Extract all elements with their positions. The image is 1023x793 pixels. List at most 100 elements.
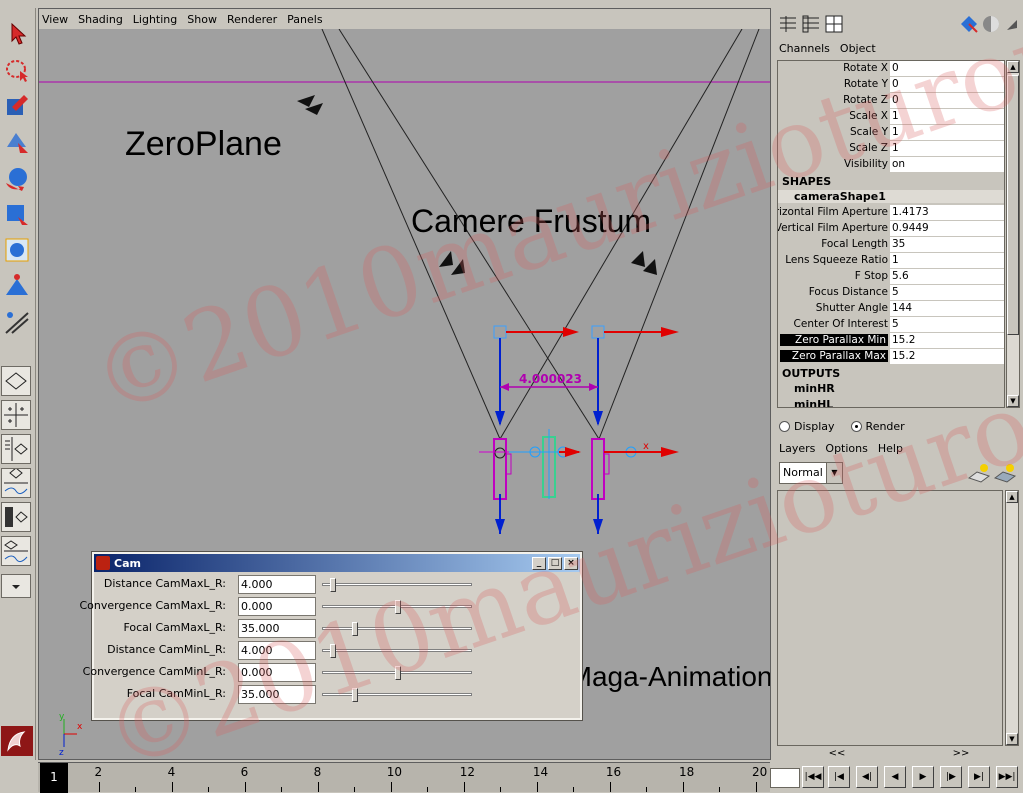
channel-row[interactable]: orizontal Film Aperture 1.4173 [778, 205, 1004, 221]
channel-row[interactable]: Vertical Film Aperture 0.9449 [778, 221, 1004, 237]
four-view-layout-button[interactable] [1, 400, 31, 430]
channel-row[interactable]: Scale Z1 [778, 141, 1004, 157]
channel-label[interactable]: Rotate X [843, 62, 888, 74]
display-radio[interactable]: Display [779, 420, 835, 433]
outliner-persp-layout-button[interactable] [1, 434, 31, 464]
channel-value[interactable]: 15.2 [890, 333, 1004, 348]
attribute-editor-layout-icon[interactable] [801, 14, 821, 34]
paint-select-tool-icon[interactable] [1, 90, 33, 122]
layer-list[interactable] [777, 490, 1003, 746]
channel-label[interactable]: Visibility [844, 158, 888, 170]
single-perspective-layout-button[interactable] [1, 366, 31, 396]
output-node-name[interactable]: minHR [794, 382, 835, 395]
channel-value[interactable]: 1 [890, 125, 1004, 140]
cam-field-input[interactable] [238, 619, 316, 638]
cam-field-slider[interactable] [322, 600, 472, 614]
cam-field-input[interactable] [238, 685, 316, 704]
cam-field-input[interactable] [238, 575, 316, 594]
channel-value[interactable]: 144 [890, 301, 1004, 316]
channel-label[interactable]: Rotate Y [844, 78, 888, 90]
cam-window[interactable]: Cam _ □ × Distance CamMaxL_R: Convergence… [79, 551, 583, 721]
channel-box-scrollbar[interactable]: ▲ ▼ [1006, 60, 1020, 408]
slider-thumb[interactable] [330, 644, 337, 658]
script-editor-icon[interactable] [1, 726, 33, 756]
channel-label[interactable]: Vertical Film Aperture [778, 222, 888, 234]
step-back-frame-button[interactable]: ◀| [856, 766, 878, 788]
channel-value[interactable]: 5.6 [890, 269, 1004, 284]
lasso-tool-icon[interactable] [1, 54, 33, 86]
channel-row[interactable]: Focal Length 35 [778, 237, 1004, 253]
current-time-field[interactable] [770, 768, 800, 788]
scroll-up-arrow-icon[interactable]: ▲ [1007, 61, 1019, 73]
channel-row[interactable]: Zero Parallax Min 15.2 [778, 333, 1004, 349]
go-to-end-button[interactable]: ▶▶| [996, 766, 1018, 788]
arrow-select-icon[interactable] [1003, 14, 1023, 34]
channel-row[interactable]: Visibility on [778, 157, 1004, 173]
channel-row[interactable]: Rotate X0 [778, 61, 1004, 77]
slider-thumb[interactable] [330, 578, 337, 592]
scroll-down-arrow-icon[interactable]: ▼ [1007, 395, 1019, 407]
cam-field-slider[interactable] [322, 578, 472, 592]
menu-channels[interactable]: Channels [779, 42, 830, 55]
channel-label[interactable]: Shutter Angle [816, 302, 888, 314]
time-slider[interactable]: 1 2 4 6 8 10 12 14 16 18 20 |◀◀ |◀ ◀| ◀ ▶ |▶ ▶| ▶… [0, 760, 1023, 793]
layer-list-scrollbar[interactable]: ▲ ▼ [1005, 490, 1019, 746]
channel-value[interactable]: 0 [890, 77, 1004, 92]
menu-object[interactable]: Object [840, 42, 876, 55]
menu-lighting[interactable]: Lighting [133, 13, 177, 26]
scale-tool-icon[interactable] [1, 198, 33, 230]
channel-row[interactable]: Lens Squeeze Ratio 1 [778, 253, 1004, 269]
shading-ball-icon[interactable] [981, 14, 1001, 34]
render-radio[interactable]: Render [850, 420, 905, 433]
scroll-down-arrow-icon[interactable]: ▼ [1006, 733, 1018, 745]
scroll-up-arrow-icon[interactable]: ▲ [1006, 491, 1018, 503]
step-forward-frame-button[interactable]: |▶ [940, 766, 962, 788]
channel-row[interactable]: Scale X1 [778, 109, 1004, 125]
cam-field-slider[interactable] [322, 688, 472, 702]
channel-value[interactable]: 1.4173 [890, 205, 1004, 220]
select-tool-icon[interactable] [1, 18, 33, 50]
menu-show[interactable]: Show [187, 13, 217, 26]
channel-row[interactable]: F Stop 5.6 [778, 269, 1004, 285]
channel-value[interactable]: 1 [890, 141, 1004, 156]
slider-thumb[interactable] [395, 666, 401, 680]
channel-value[interactable]: 5 [890, 285, 1004, 300]
slider-thumb[interactable] [395, 600, 401, 614]
cam-field-slider[interactable] [322, 666, 472, 680]
cam-window-titlebar[interactable]: Cam _ □ × [94, 554, 580, 572]
channel-row[interactable]: Rotate Y0 [778, 77, 1004, 93]
minimize-button[interactable]: _ [532, 556, 546, 570]
universal-manipulator-icon[interactable] [1, 234, 33, 266]
tool-settings-layout-icon[interactable] [824, 14, 844, 34]
time-slider-track[interactable]: 1 2 4 6 8 10 12 14 16 18 20 [38, 762, 770, 793]
channel-value[interactable]: 15.2 [890, 349, 1004, 364]
slider-thumb[interactable] [351, 622, 358, 636]
layout-dropdown-button[interactable] [1, 574, 31, 598]
menu-shading[interactable]: Shading [78, 13, 123, 26]
channel-label[interactable]: Scale Z [849, 142, 888, 154]
maximize-button[interactable]: □ [548, 556, 562, 570]
channel-label[interactable]: Zero Parallax Min [780, 334, 888, 346]
play-forward-button[interactable]: ▶ [912, 766, 934, 788]
channel-value[interactable]: 0.9449 [890, 221, 1004, 236]
slider-thumb[interactable] [351, 688, 358, 702]
channel-label[interactable]: Focus Distance [809, 286, 888, 298]
rotate-tool-icon[interactable] [1, 162, 33, 194]
channel-row[interactable]: Center Of Interest 5 [778, 317, 1004, 333]
blend-mode-select[interactable]: Normal ▼ [779, 462, 843, 484]
channel-label[interactable]: F Stop [855, 270, 888, 282]
show-manipulator-icon[interactable] [1, 306, 33, 338]
channel-label[interactable]: Scale Y [850, 126, 888, 138]
persp-graph-layout-button[interactable] [1, 536, 31, 566]
play-backward-button[interactable]: ◀ [884, 766, 906, 788]
menu-renderer[interactable]: Renderer [227, 13, 277, 26]
cam-field-slider[interactable] [322, 622, 472, 636]
new-layer-icon[interactable] [967, 462, 991, 486]
channel-value[interactable]: 1 [890, 109, 1004, 124]
menu-view[interactable]: View [42, 13, 68, 26]
move-tool-icon[interactable] [1, 126, 33, 158]
channel-label[interactable]: Focal Length [821, 238, 888, 250]
channel-row[interactable]: Focus Distance 5 [778, 285, 1004, 301]
channel-value[interactable]: on [890, 157, 1004, 172]
channel-box-scroll-thumb[interactable] [1007, 75, 1019, 335]
